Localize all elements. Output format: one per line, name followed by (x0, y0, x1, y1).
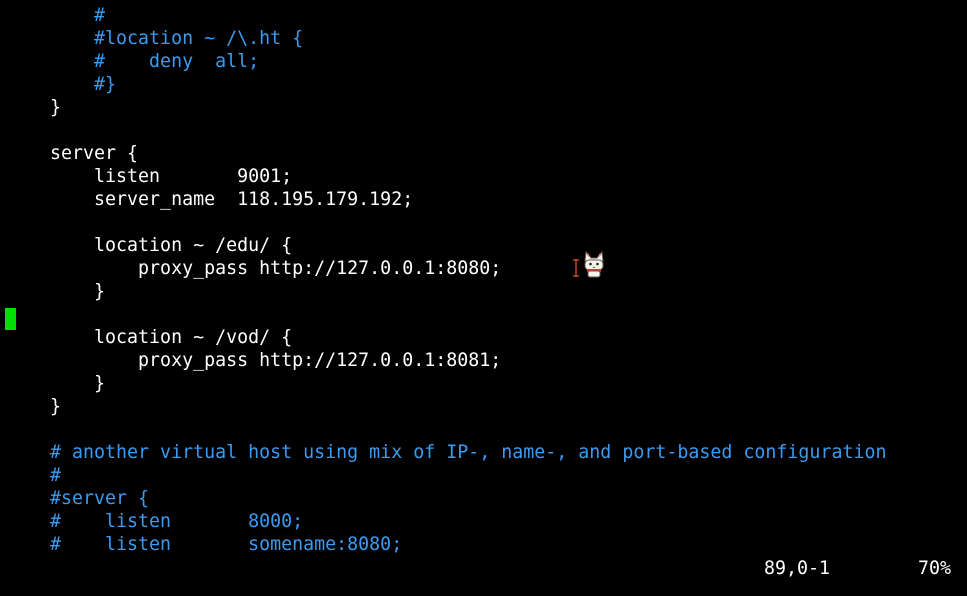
status-line: 89,0-1 70% (0, 557, 967, 580)
code-line: location ~ /edu/ { (50, 235, 293, 256)
i-beam-cursor-icon (573, 259, 579, 277)
cursor-position: 89,0-1 (764, 558, 831, 579)
code-line: # listen 8000; (50, 511, 304, 532)
code-line: # another virtual host using mix of IP-,… (50, 442, 887, 463)
code-line: proxy_pass http://127.0.0.1:8081; (50, 350, 502, 371)
code-line: listen 9001; (50, 166, 293, 187)
code-line: } (50, 396, 62, 417)
code-line: } (50, 281, 106, 302)
vim-editor[interactable]: # #location ~ /\.ht { # deny all; #}} ser… (0, 4, 967, 555)
code-line: #server { (50, 488, 150, 509)
code-line: location ~ /vod/ { (50, 327, 293, 348)
scroll-percent: 70% (918, 558, 952, 579)
code-line: server_name 118.195.179.192; (50, 189, 414, 210)
code-line: # (50, 465, 62, 486)
code-line: # listen somename:8080; (50, 534, 403, 555)
text-cursor (5, 308, 16, 330)
code-line: proxy_pass http://127.0.0.1:8080; (50, 258, 502, 279)
code-line: # (50, 5, 106, 26)
code-line: #} (50, 74, 117, 95)
code-line: } (50, 373, 106, 394)
code-line: #location ~ /\.ht { (50, 28, 304, 49)
code-line: server { (50, 143, 139, 164)
code-line: # deny all; (50, 51, 260, 72)
cat-icon (584, 250, 604, 278)
code-line: } (50, 97, 62, 118)
